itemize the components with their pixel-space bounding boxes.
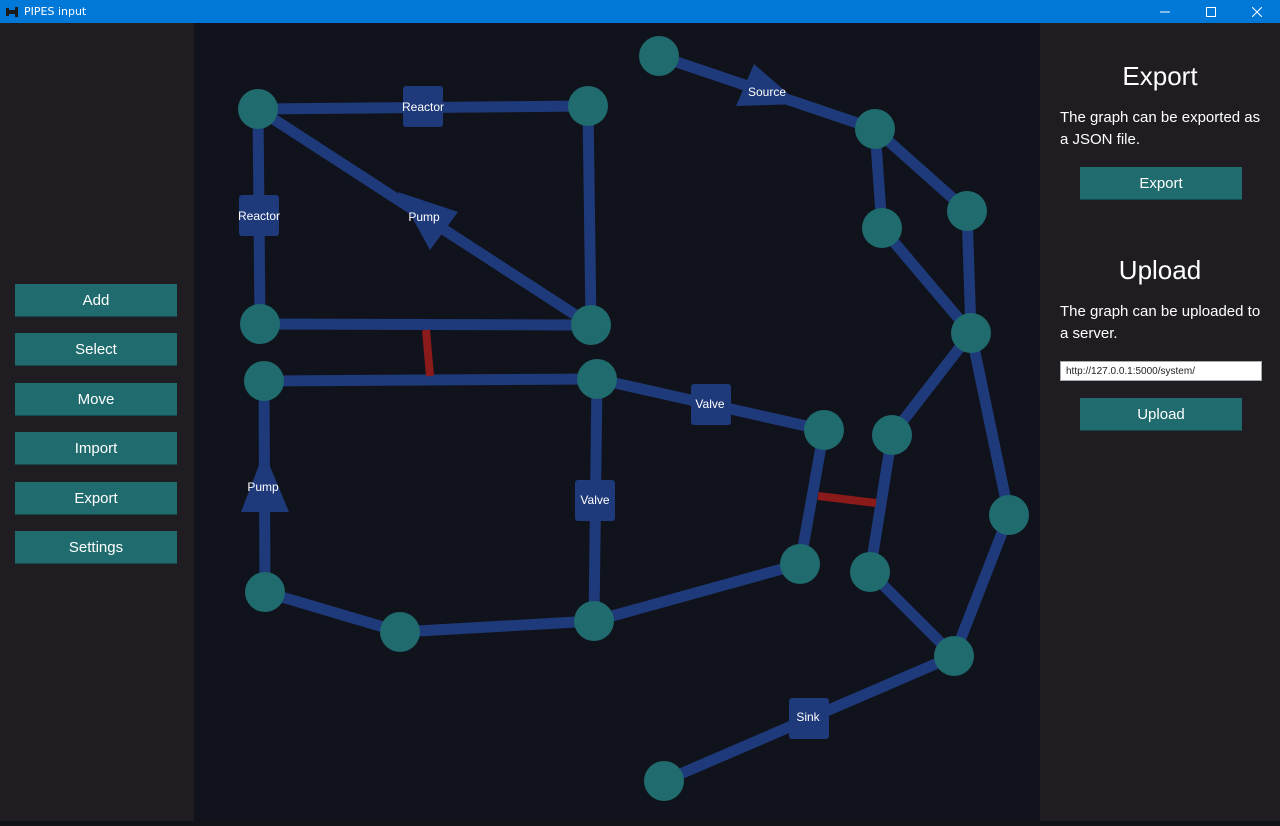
source-label: Source	[748, 85, 786, 99]
pipe[interactable]	[965, 327, 1015, 521]
junction-node[interactable]	[780, 544, 820, 584]
junction-node[interactable]	[644, 761, 684, 801]
pipe[interactable]	[394, 615, 600, 638]
upload-description: The graph can be uploaded to a server.	[1060, 303, 1261, 342]
junction-node[interactable]	[989, 495, 1029, 535]
pipe[interactable]	[258, 373, 603, 387]
export-button[interactable]: Export	[1080, 167, 1242, 200]
server-url-input[interactable]	[1060, 361, 1262, 381]
junction-node[interactable]	[850, 552, 890, 592]
cut-link[interactable]	[422, 329, 434, 377]
pipe[interactable]	[582, 100, 597, 331]
reactor-label: Reactor	[402, 100, 444, 114]
junction-node[interactable]	[568, 86, 608, 126]
move-button[interactable]: Move	[15, 383, 177, 416]
cut-link[interactable]	[817, 492, 877, 507]
minimize-icon	[1160, 11, 1170, 12]
junction-node[interactable]	[862, 208, 902, 248]
close-icon	[1252, 6, 1262, 17]
export-tool-button[interactable]: Export	[15, 482, 177, 515]
upload-button[interactable]: Upload	[1080, 398, 1242, 431]
junction-node[interactable]	[574, 601, 614, 641]
window-title: PIPES input	[24, 5, 87, 18]
junction-node[interactable]	[577, 359, 617, 399]
close-button[interactable]	[1234, 0, 1280, 23]
add-button[interactable]: Add	[15, 284, 177, 317]
junction-node[interactable]	[571, 305, 611, 345]
junction-node[interactable]	[947, 191, 987, 231]
valve-label: Valve	[695, 397, 724, 411]
junction-node[interactable]	[855, 109, 895, 149]
minimize-button[interactable]	[1142, 0, 1188, 23]
junction-node[interactable]	[934, 636, 974, 676]
junction-node[interactable]	[951, 313, 991, 353]
valve-label: Valve	[580, 493, 609, 507]
junction-node[interactable]	[244, 361, 284, 401]
maximize-button[interactable]	[1188, 0, 1234, 23]
sink-label: Sink	[796, 710, 820, 724]
export-description: The graph can be exported as a JSON file…	[1060, 109, 1261, 148]
pump-label: Pump	[247, 480, 279, 494]
junction-node[interactable]	[380, 612, 420, 652]
junction-node[interactable]	[639, 36, 679, 76]
export-heading: Export	[1122, 61, 1198, 91]
pipe[interactable]	[259, 586, 406, 638]
pipe[interactable]	[588, 558, 806, 627]
settings-button[interactable]: Settings	[15, 531, 177, 564]
graph-canvas[interactable]: Reactor Reactor Pump Pump Valve Valve So…	[194, 23, 1040, 821]
junction-node[interactable]	[872, 415, 912, 455]
junction-node[interactable]	[804, 410, 844, 450]
pipe-network-graph[interactable]: Reactor Reactor Pump Pump Valve Valve So…	[194, 23, 1040, 821]
left-tool-panel: Add Select Move Import Export Settings	[0, 23, 194, 821]
pipes-app-icon	[6, 6, 18, 17]
right-side-panel: Export The graph can be exported as a JS…	[1040, 23, 1280, 821]
reactor-label: Reactor	[238, 209, 280, 223]
upload-heading: Upload	[1118, 255, 1202, 285]
import-button[interactable]: Import	[15, 432, 177, 465]
pipe[interactable]	[948, 509, 1015, 662]
pipe[interactable]	[254, 318, 597, 331]
pump-label: Pump	[408, 210, 440, 224]
junction-node[interactable]	[240, 304, 280, 344]
select-button[interactable]: Select	[15, 333, 177, 366]
maximize-icon	[1206, 6, 1216, 17]
junction-node[interactable]	[238, 89, 278, 129]
junction-node[interactable]	[245, 572, 285, 612]
pipe[interactable]	[876, 222, 977, 339]
title-bar: PIPES input	[0, 0, 1280, 23]
